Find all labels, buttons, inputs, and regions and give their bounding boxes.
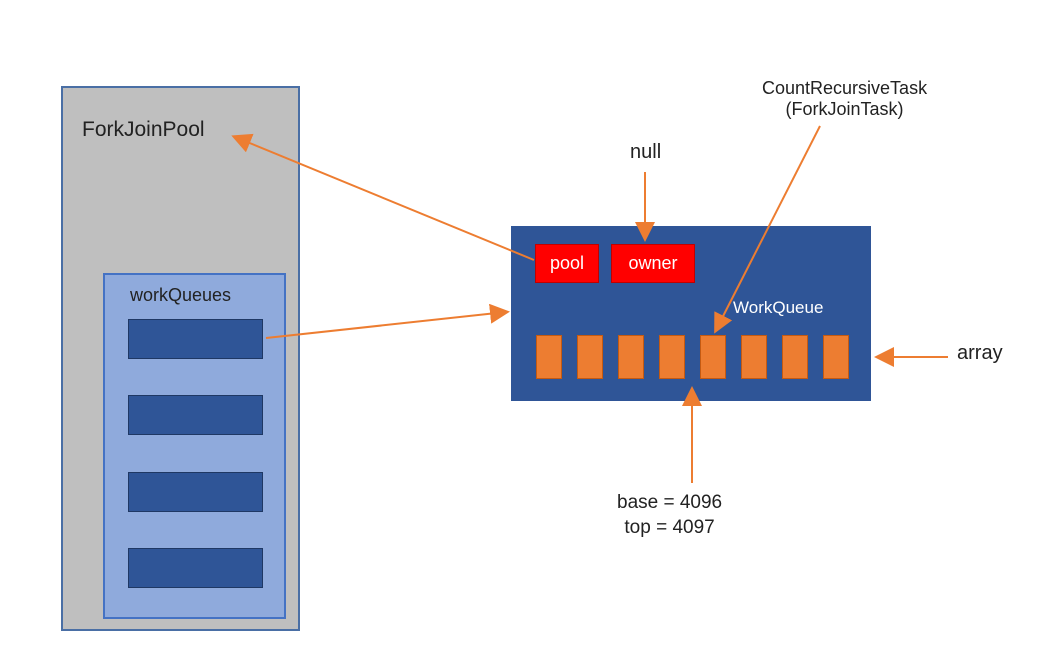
array-slot — [823, 335, 849, 379]
array-slot — [659, 335, 685, 379]
workqueue-label: WorkQueue — [733, 298, 823, 318]
forkjoinpool-title: ForkJoinPool — [82, 118, 205, 142]
workqueues-slot — [128, 548, 263, 588]
array-slot — [577, 335, 603, 379]
countrecursivetask-label: CountRecursiveTask (ForkJoinTask) — [762, 78, 927, 120]
workqueues-slot — [128, 395, 263, 435]
array-slot — [536, 335, 562, 379]
arrow-wqslot-to-panel — [266, 312, 506, 338]
pool-field: pool — [535, 244, 599, 283]
null-label: null — [630, 141, 661, 164]
crt-line2: (ForkJoinTask) — [786, 99, 904, 119]
array-slot — [700, 335, 726, 379]
workqueues-slot — [128, 472, 263, 512]
array-label: array — [957, 342, 1003, 365]
workqueues-slot — [128, 319, 263, 359]
array-slot — [618, 335, 644, 379]
top-line: top = 4097 — [624, 517, 714, 538]
crt-line1: CountRecursiveTask — [762, 78, 927, 98]
workqueues-title: workQueues — [130, 285, 231, 306]
base-top-label: base = 4096 top = 4097 — [617, 491, 722, 540]
diagram-canvas: ForkJoinPool workQueues pool owner WorkQ… — [0, 0, 1058, 651]
base-line: base = 4096 — [617, 492, 722, 513]
owner-field: owner — [611, 244, 695, 283]
array-slot — [741, 335, 767, 379]
array-slot — [782, 335, 808, 379]
